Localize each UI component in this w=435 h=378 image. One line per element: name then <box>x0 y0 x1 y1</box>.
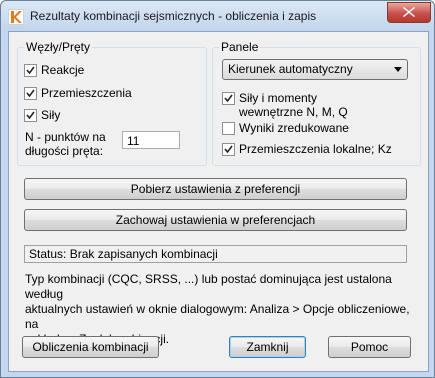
points-label-line1: N - punktów na <box>25 130 106 144</box>
close-icon <box>403 7 415 17</box>
direction-select[interactable]: Kierunek automatyczny <box>222 59 408 80</box>
info-line1: Typ kombinacji (CQC, SRSS, ...) lub post… <box>25 272 392 301</box>
close-button[interactable]: Zamknij <box>229 336 306 358</box>
points-count-input[interactable]: 11 <box>122 131 180 149</box>
chevron-down-icon <box>394 67 402 72</box>
internal-forces-checkbox[interactable] <box>222 92 235 105</box>
local-displacements-checkbox[interactable] <box>222 143 235 156</box>
nodes-bars-group-title: Węzły/Pręty <box>24 40 93 54</box>
local-displacements-checkbox-row[interactable]: Przemieszczenia lokalne; Kz <box>222 142 392 156</box>
check-icon <box>224 94 233 103</box>
forces-label: Siły <box>41 108 61 122</box>
calculate-combinations-button[interactable]: Obliczenia kombinacji <box>22 336 159 358</box>
info-line2: aktualnych ustawień w oknie dialogowym: … <box>25 302 410 331</box>
points-label-line2: długości pręta: <box>25 144 104 158</box>
reduced-results-label: Wyniki zredukowane <box>239 121 349 135</box>
internal-forces-label-line2: wewnętrzne N, M, Q <box>239 105 348 119</box>
save-preferences-button[interactable]: Zachowaj ustawienia w preferencjach <box>24 209 407 231</box>
reactions-label: Reakcje <box>41 63 85 77</box>
direction-select-value: Kierunek automatyczny <box>228 62 353 76</box>
forces-checkbox-row[interactable]: Siły <box>24 108 60 122</box>
window-title: Rezultaty kombinacji sejsmicznych - obli… <box>30 9 317 23</box>
check-icon <box>26 111 35 120</box>
forces-checkbox[interactable] <box>24 109 37 122</box>
check-icon <box>26 66 35 75</box>
displacements-checkbox[interactable] <box>24 87 37 100</box>
local-displacements-label: Przemieszczenia lokalne; Kz <box>239 142 392 156</box>
dialog-window: Rezultaty kombinacji sejsmicznych - obli… <box>0 0 435 378</box>
status-field: Status: Brak zapisanych kombinacji <box>24 245 407 263</box>
check-icon <box>224 145 233 154</box>
reactions-checkbox[interactable] <box>24 64 37 77</box>
reactions-checkbox-row[interactable]: Reakcje <box>24 63 84 77</box>
nodes-bars-group: Węzły/Pręty Reakcje Przemieszczenia Siły <box>17 40 207 166</box>
internal-forces-label-line1: Siły i momenty <box>239 91 318 105</box>
app-logo-icon <box>8 9 24 25</box>
internal-forces-checkbox-row[interactable]: Siły i momenty wewnętrzne N, M, Q <box>222 91 348 119</box>
help-button[interactable]: Pomoc <box>328 336 411 358</box>
title-bar[interactable]: Rezultaty kombinacji sejsmicznych - obli… <box>1 1 434 31</box>
displacements-label: Przemieszczenia <box>41 86 132 100</box>
dialog-body: Węzły/Pręty Reakcje Przemieszczenia Siły <box>8 31 429 372</box>
displacements-checkbox-row[interactable]: Przemieszczenia <box>24 86 132 100</box>
reduced-results-checkbox[interactable] <box>222 122 235 135</box>
check-icon <box>26 89 35 98</box>
reduced-results-checkbox-row[interactable]: Wyniki zredukowane <box>222 121 349 135</box>
load-preferences-button[interactable]: Pobierz ustawienia z preferencji <box>24 178 407 200</box>
close-window-button[interactable] <box>387 2 431 23</box>
panels-group-title: Panele <box>219 40 261 54</box>
internal-forces-label: Siły i momenty wewnętrzne N, M, Q <box>239 91 348 119</box>
panels-group: Panele Kierunek automatyczny Siły i mome… <box>212 40 421 166</box>
